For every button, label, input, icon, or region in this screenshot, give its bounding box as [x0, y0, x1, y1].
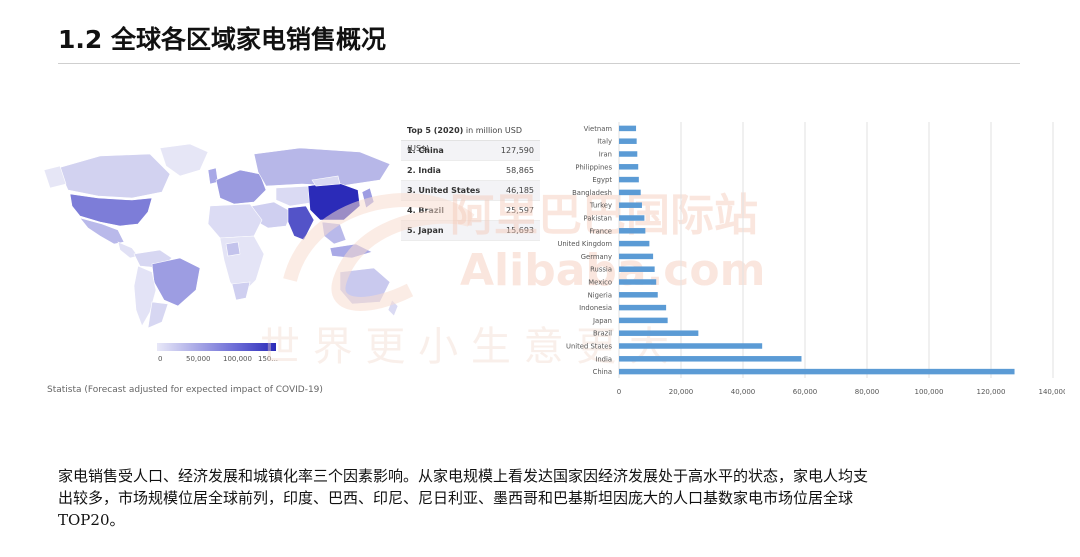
map-canada	[57, 153, 171, 199]
bar-bangladesh	[619, 189, 641, 196]
bar-india	[619, 356, 802, 362]
map-brazil	[151, 257, 201, 307]
top5-rows: 1. China 127,590 2. India 58,865 3. United…	[401, 141, 540, 241]
chart-x-ticks: 0 20,000 40,000 60,000 80,000 100,000 120,000 1…	[617, 388, 1065, 396]
map-china	[307, 181, 361, 221]
map-new-zealand	[387, 299, 399, 317]
bar-pakistan	[619, 215, 645, 221]
top5-title-bold: Top 5 (2020)	[407, 126, 464, 135]
row-country: 4. Brazil	[407, 206, 444, 215]
source-note: Statista (Forecast adjusted for expected…	[47, 385, 323, 395]
chart-grid	[618, 122, 1054, 378]
category-label: France	[589, 227, 612, 235]
bar-italy	[619, 138, 637, 144]
x-tick-label: 40,000	[731, 388, 756, 396]
bar-france	[619, 228, 646, 234]
bar-iran	[619, 151, 638, 157]
category-label: United Kingdom	[557, 240, 612, 248]
category-label: Vietnam	[584, 125, 613, 133]
row-country: 1. China	[407, 146, 444, 155]
bar-china	[619, 368, 1015, 375]
row-country: 3. United States	[407, 186, 481, 195]
bar-brazil	[619, 330, 699, 336]
x-tick-label: 20,000	[669, 388, 694, 396]
body-line-3: TOP20。	[58, 511, 125, 529]
table-row: 4. Brazil 25,597	[401, 201, 540, 221]
row-country: 5. Japan	[407, 226, 444, 235]
bar-vietnam	[619, 125, 637, 132]
bar-japan	[619, 317, 668, 324]
scale-label-0: 0	[158, 355, 163, 363]
row-value: 46,185	[506, 186, 534, 195]
table-row: 2. India 58,865	[401, 161, 540, 181]
chart-bars	[619, 125, 1015, 375]
category-label: China	[593, 368, 612, 376]
category-label: Italy	[597, 138, 612, 146]
category-label: Japan	[592, 317, 612, 325]
category-label: India	[595, 355, 612, 363]
map-north-africa	[207, 203, 263, 239]
page-title: 1.2 全球各区域家电销售概况	[58, 25, 386, 54]
map-japan-korea	[361, 187, 375, 209]
chart-category-labels: Vietnam Italy Iran Philippines Egypt Banglade…	[557, 125, 612, 376]
category-label: Russia	[590, 266, 612, 274]
map-india	[287, 205, 315, 241]
category-label: United States	[566, 343, 612, 351]
body-line-1: 家电销售受人口、经济发展和城镇化率三个因素影响。从家电规模上看发达国家因经济发展…	[58, 467, 869, 485]
body-paragraph: 家电销售受人口、经济发展和城镇化率三个因素影响。从家电规模上看发达国家因经济发展…	[58, 465, 1038, 531]
category-label: Nigeria	[588, 291, 612, 299]
bar-nigeria	[619, 292, 658, 298]
row-value: 127,590	[500, 146, 534, 155]
bar-philippines	[619, 164, 639, 170]
table-row: 5. Japan 15,693	[401, 221, 540, 241]
body-line-2: 出较多，市场规模位居全球前列，印度、巴西、印尼、尼日利亚、墨西哥和巴基斯坦因庞大…	[58, 489, 854, 507]
scale-label-100000: 100,000	[223, 355, 252, 363]
world-map	[43, 143, 399, 329]
table-row: 1. China 127,590	[401, 141, 540, 161]
bar-indonesia	[619, 304, 667, 311]
map-south-africa	[231, 281, 251, 301]
category-label: Iran	[599, 151, 612, 159]
title-divider	[58, 63, 1020, 64]
bar-turkey	[619, 202, 642, 208]
map-indonesia	[329, 243, 373, 259]
row-value: 58,865	[506, 166, 534, 175]
x-tick-label: 0	[617, 388, 621, 396]
bar-egypt	[619, 176, 639, 183]
row-value: 15,693	[506, 226, 534, 235]
map-southeast-asia	[321, 221, 347, 245]
table-row: 3. United States 46,185	[401, 181, 540, 201]
bar-mexico	[619, 279, 657, 285]
x-tick-label: 80,000	[855, 388, 880, 396]
category-label: Indonesia	[579, 304, 612, 312]
category-label: Germany	[581, 253, 612, 261]
category-label: Philippines	[575, 163, 612, 171]
category-label: Mexico	[588, 279, 612, 287]
category-label: Pakistan	[584, 215, 612, 223]
map-color-scale	[157, 343, 276, 351]
scale-label-50000: 50,000	[186, 355, 211, 363]
category-label: Turkey	[589, 202, 612, 210]
map-australia	[339, 267, 391, 305]
x-tick-label: 140,000	[1039, 388, 1065, 396]
bar-germany	[619, 253, 654, 260]
bar-united-states	[619, 343, 763, 349]
x-tick-label: 60,000	[793, 388, 818, 396]
scale-label-150000: 150...	[258, 355, 279, 363]
top5-table: Top 5 (2020) in million USD (US$) 1. Chi…	[401, 122, 540, 241]
bar-chart: Vietnam Italy Iran Philippines Egypt Banglade…	[557, 122, 1065, 396]
x-tick-label: 100,000	[915, 388, 944, 396]
map-nigeria	[225, 241, 241, 257]
top5-header: Top 5 (2020) in million USD (US$)	[401, 122, 540, 153]
bar-russia	[619, 266, 655, 272]
category-label: Brazil	[593, 330, 612, 338]
bar-united-kingdom	[619, 240, 650, 247]
category-label: Egypt	[592, 176, 612, 184]
row-value: 25,597	[506, 206, 534, 215]
category-label: Bangladesh	[572, 189, 612, 197]
row-country: 2. India	[407, 166, 441, 175]
x-tick-label: 120,000	[977, 388, 1006, 396]
map-europe	[215, 169, 267, 205]
